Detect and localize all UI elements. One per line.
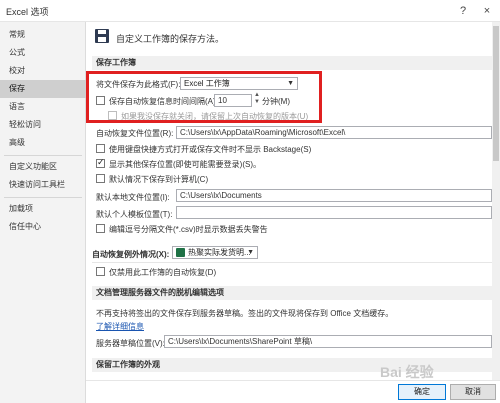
csv-warning-checkbox[interactable]: [96, 224, 105, 233]
disable-autorecover-checkbox[interactable]: [96, 267, 105, 276]
learn-more-link[interactable]: 了解详细信息: [96, 321, 144, 332]
chevron-down-icon: ▼: [247, 249, 254, 256]
section-save-workbooks: 保存工作簿: [92, 56, 492, 70]
save-to-computer-checkbox[interactable]: [96, 174, 105, 183]
sidebar-divider: [4, 155, 82, 156]
show-more-locations-label: 显示其他保存位置(即使可能需要登录)(S)。: [109, 160, 261, 169]
default-local-location-label: 默认本地文件位置(I):: [96, 193, 170, 202]
sidebar: 常规 公式 校对 保存 语言 轻松访问 高级 自定义功能区 快速访问工具栏 加载…: [0, 22, 86, 403]
ok-button[interactable]: 确定: [398, 384, 446, 400]
save-icon: [95, 29, 109, 43]
offline-description: 不再支持将签出的文件保存到服务器草稿。签出的文件现将保存到 Office 文档缓…: [96, 309, 394, 318]
watermark: Bai 经验: [380, 364, 434, 380]
excel-icon: [176, 248, 185, 257]
autorecover-location-label: 自动恢复文件位置(R):: [96, 129, 174, 138]
sidebar-item-add-ins[interactable]: 加载项: [0, 200, 86, 218]
csv-warning-label: 编辑逗号分隔文件(*.csv)时显示数据丢失警告: [109, 225, 268, 234]
cancel-button[interactable]: 取消: [450, 384, 496, 400]
autorecover-exceptions-label: 自动恢复例外情况(X):: [92, 250, 170, 259]
title-bar: Excel 选项 ? ×: [0, 0, 500, 22]
divider: [92, 262, 492, 263]
no-backstage-label: 使用键盘快捷方式打开或保存文件时不显示 Backstage(S): [109, 145, 312, 154]
sidebar-item-language[interactable]: 语言: [0, 98, 86, 116]
autorecover-location-input[interactable]: C:\Users\lx\AppData\Roaming\Microsoft\Ex…: [176, 126, 492, 139]
scrollbar-thumb[interactable]: [493, 26, 499, 161]
default-local-location-input[interactable]: C:\Users\lx\Documents: [176, 189, 492, 202]
autorecover-exceptions-value: 热聚实际发货明...: [188, 248, 251, 257]
window-title: Excel 选项: [6, 7, 49, 17]
highlight-annotation: [86, 71, 322, 123]
sidebar-item-save[interactable]: 保存: [0, 80, 86, 98]
show-more-locations-checkbox[interactable]: [96, 157, 105, 168]
autorecover-exceptions-select[interactable]: 热聚实际发货明... ▼: [172, 246, 258, 259]
sidebar-item-general[interactable]: 常规: [0, 26, 86, 44]
sidebar-item-accessibility[interactable]: 轻松访问: [0, 116, 86, 134]
sidebar-item-proofing[interactable]: 校对: [0, 62, 86, 80]
sidebar-item-advanced[interactable]: 高级: [0, 134, 86, 152]
sidebar-item-formulas[interactable]: 公式: [0, 44, 86, 62]
server-drafts-label: 服务器草稿位置(V):: [96, 339, 165, 348]
help-icon[interactable]: ?: [452, 2, 474, 20]
section-offline-editing: 文档管理服务器文件的脱机编辑选项: [92, 286, 492, 300]
sidebar-divider: [4, 197, 82, 198]
close-icon[interactable]: ×: [476, 2, 498, 20]
page-header: 自定义工作簿的保存方法。: [116, 34, 225, 44]
disable-autorecover-label: 仅禁用此工作簿的自动恢复(D): [109, 268, 217, 277]
no-backstage-checkbox[interactable]: [96, 144, 105, 153]
sidebar-item-trust-center[interactable]: 信任中心: [0, 218, 86, 236]
server-drafts-input[interactable]: C:\Users\lx\Documents\SharePoint 草稿\: [164, 335, 492, 348]
sidebar-item-customize-ribbon[interactable]: 自定义功能区: [0, 158, 86, 176]
default-template-location-label: 默认个人模板位置(T):: [96, 210, 173, 219]
sidebar-item-quick-access-toolbar[interactable]: 快速访问工具栏: [0, 176, 86, 194]
default-template-location-input[interactable]: [176, 206, 492, 219]
save-to-computer-label: 默认情况下保存到计算机(C): [109, 175, 209, 184]
